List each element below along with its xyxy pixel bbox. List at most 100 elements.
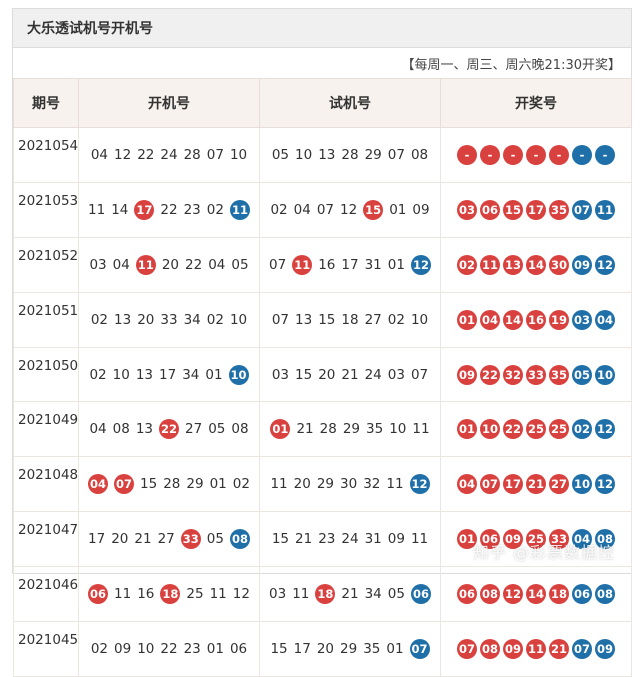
number: 08 — [112, 421, 130, 438]
blue-ball: 06 — [572, 584, 592, 605]
open-numbers-cell: 03 04 11 20 22 04 05 — [78, 236, 260, 293]
red-ball: 30 — [549, 254, 569, 275]
watermark: 知乎 @彩票数据控 — [472, 543, 615, 562]
number: 05 — [206, 531, 224, 548]
red-ball: 19 — [549, 309, 569, 330]
open-numbers-cell: 17 20 21 27 33 05 08 — [78, 511, 260, 568]
number: 01 — [389, 201, 407, 218]
test-numbers-cell: 11 20 29 30 32 11 12 — [259, 456, 441, 513]
number: 11 — [114, 586, 132, 603]
blue-ball: 10 — [595, 364, 615, 385]
draw-numbers-cell: 03 06 15 17 35 07 11 — [440, 181, 632, 238]
number: 07 — [316, 201, 334, 218]
draw-numbers-cell: ------- — [440, 127, 632, 183]
red-ball: 15 — [363, 199, 384, 220]
red-ball: 01 — [457, 309, 477, 330]
open-numbers-cell: 02 10 13 17 34 01 10 — [78, 346, 260, 403]
blue-ball: 10 — [572, 474, 592, 495]
red-ball: 08 — [480, 584, 500, 605]
blue-ball: 12 — [595, 254, 615, 275]
number: 04 — [112, 256, 130, 273]
number: 07 — [387, 146, 405, 163]
red-ball: - — [503, 144, 523, 165]
period-cell: 2021050 — [13, 346, 79, 403]
number: 02 — [90, 640, 109, 657]
test-numbers-cell: 07 11 16 17 31 01 12 — [259, 236, 441, 293]
open-numbers-cell: 06 11 16 18 25 11 12 — [78, 566, 260, 623]
number: 21 — [341, 586, 359, 603]
red-ball: 22 — [503, 419, 523, 440]
number: 29 — [316, 476, 334, 493]
red-ball: 08 — [480, 638, 500, 659]
number: 29 — [342, 421, 360, 438]
number: 05 — [271, 146, 290, 163]
test-numbers-cell: 01 21 28 29 35 10 11 — [259, 401, 441, 458]
period-cell: 2021054 — [13, 127, 79, 183]
red-ball: 22 — [480, 364, 500, 385]
number: 02 — [270, 201, 288, 218]
red-ball: 04 — [480, 309, 500, 330]
table-row: 2021048 04 07 15 28 29 01 02 11 20 29 30 32 11 12 04 07 1… — [13, 456, 632, 513]
number: 29 — [186, 476, 204, 493]
blue-ball: 11 — [595, 199, 615, 220]
blue-ball: 12 — [595, 474, 615, 495]
number: 12 — [114, 146, 132, 163]
number: 21 — [296, 421, 314, 438]
blue-ball: 12 — [410, 254, 431, 275]
open-numbers-cell: 04 07 15 28 29 01 02 — [78, 456, 260, 513]
number: 28 — [183, 146, 201, 163]
number: 02 — [206, 201, 224, 218]
lottery-panel: 大乐透试机号开机号 【每周一、周三、周六晚21:30开奖】 期号 开机号 试机号… — [12, 8, 632, 677]
number: 09 — [387, 531, 405, 548]
number: 34 — [364, 586, 382, 603]
number: 29 — [364, 146, 382, 163]
number: 23 — [183, 640, 201, 657]
red-ball: 25 — [526, 419, 546, 440]
period-cell: 2021053 — [13, 181, 79, 238]
test-numbers-cell: 03 15 20 21 24 03 07 — [259, 346, 441, 403]
number: 12 — [232, 586, 250, 603]
draw-numbers-cell: 02 11 13 14 30 09 12 — [440, 236, 632, 293]
number: 15 — [271, 531, 290, 548]
blue-ball: 09 — [572, 254, 592, 275]
period-cell: 2021049 — [13, 401, 79, 458]
open-numbers-cell: 11 14 17 22 23 02 11 — [78, 181, 260, 238]
red-ball: 14 — [503, 309, 523, 330]
table-row: 2021046 06 11 16 18 25 11 12 03 11 18 21 34 05 06 06 08 1… — [13, 566, 632, 623]
red-ball: 25 — [549, 419, 569, 440]
panel-title: 大乐透试机号开机号 — [13, 9, 631, 48]
number: 30 — [340, 476, 358, 493]
number: 05 — [231, 256, 249, 273]
table-row: 2021050 02 10 13 17 34 01 10 03 15 20 21 24 03 07 09 22 3… — [13, 346, 632, 403]
number: 04 — [90, 146, 109, 163]
number: 06 — [229, 640, 248, 657]
blue-ball: 07 — [572, 199, 592, 220]
schedule-note: 【每周一、周三、周六晚21:30开奖】 — [401, 57, 621, 73]
number: 03 — [387, 366, 405, 383]
red-ball: 07 — [480, 474, 500, 495]
red-ball: 11 — [135, 254, 156, 275]
draw-numbers-cell: 07 08 09 11 21 07 09 — [440, 621, 632, 677]
period-cell: 2021052 — [13, 236, 79, 293]
red-ball: - — [480, 144, 500, 165]
blue-ball: 04 — [595, 309, 615, 330]
number: 24 — [160, 146, 178, 163]
number: 17 — [159, 366, 177, 383]
number: 13 — [135, 421, 153, 438]
red-ball: 17 — [134, 199, 155, 220]
open-numbers-cell: 04 08 13 22 27 05 08 — [78, 401, 260, 458]
table-row: 2021045 02 09 10 22 23 01 06 15 17 20 29 35 01 07 07 08 0… — [13, 621, 632, 677]
number: 11 — [410, 531, 429, 548]
red-ball: 04 — [88, 474, 109, 495]
number: 20 — [161, 256, 179, 273]
number: 25 — [186, 586, 204, 603]
number: 15 — [295, 366, 313, 383]
blue-ball: - — [595, 144, 615, 165]
period-cell: 2021045 — [13, 621, 79, 677]
number: 04 — [208, 256, 226, 273]
number: 11 — [88, 201, 106, 218]
number: 01 — [209, 476, 227, 493]
open-numbers-cell: 04 12 22 24 28 07 10 — [78, 127, 260, 183]
number: 20 — [318, 366, 336, 383]
red-ball: 18 — [160, 584, 181, 605]
